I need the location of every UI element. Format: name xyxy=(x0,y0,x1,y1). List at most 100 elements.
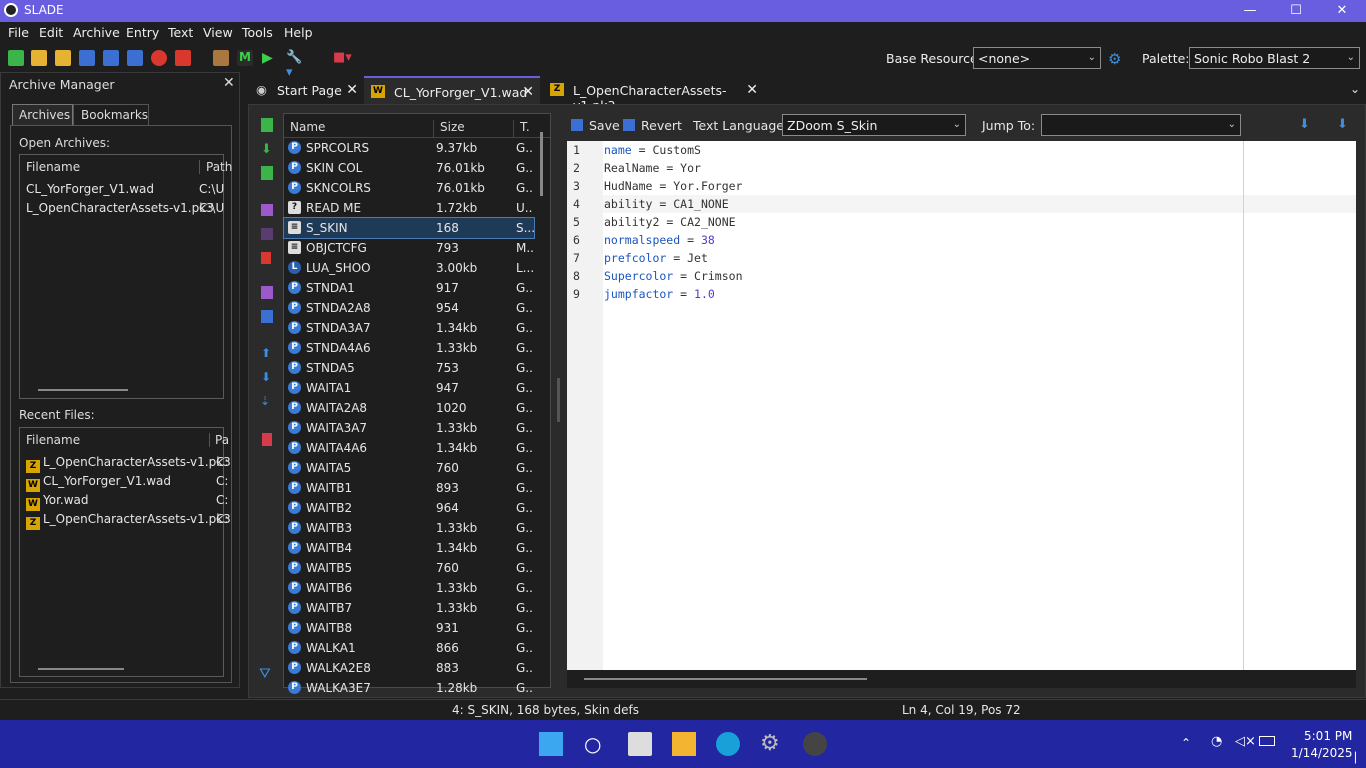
table-row[interactable]: P WAITA2A8 1020 G.. xyxy=(284,398,534,418)
list-item[interactable]: CL_YorForger_V1.wad xyxy=(26,182,154,196)
table-row[interactable]: ? READ ME 1.72kb U.. xyxy=(284,198,534,218)
map-editor-icon[interactable]: M xyxy=(237,50,253,66)
clock-time[interactable]: 5:01 PM xyxy=(1304,729,1352,743)
table-row[interactable]: P WAITB2 964 G.. xyxy=(284,498,534,518)
splitter-handle[interactable] xyxy=(557,378,560,422)
sort-icon[interactable]: ⇣ xyxy=(260,394,270,408)
delete-icon[interactable] xyxy=(261,252,271,264)
horizontal-scrollbar[interactable] xyxy=(38,668,124,670)
table-row[interactable]: ≡ S_SKIN 168 S... xyxy=(283,217,535,239)
table-row[interactable]: P WAITB6 1.33kb G.. xyxy=(284,578,534,598)
start-menu-icon[interactable] xyxy=(539,732,563,756)
vertical-scrollbar[interactable] xyxy=(540,132,543,196)
horizontal-scrollbar[interactable] xyxy=(38,389,128,391)
search-icon[interactable]: ○ xyxy=(584,732,608,756)
recent-files-list[interactable]: Filename Pa Z L_OpenCharacterAssets-v1.pk… xyxy=(19,427,231,677)
table-row[interactable]: P STNDA3A7 1.34kb G.. xyxy=(284,318,534,338)
save-all-icon[interactable] xyxy=(127,50,143,66)
code-line[interactable]: ability2 = CA2_NONE xyxy=(604,215,736,229)
tab-bookmarks[interactable]: Bookmarks xyxy=(73,104,149,126)
tab-list-chevron-icon[interactable]: ⌄ xyxy=(1350,82,1360,96)
bookmark-icon[interactable] xyxy=(262,433,272,446)
column-name[interactable]: Name xyxy=(290,120,325,134)
code-line[interactable]: HudName = Yor.Forger xyxy=(604,179,743,193)
gear-icon[interactable]: ⚙ xyxy=(1108,50,1124,68)
tab-cl-yorforger[interactable]: W CL_YorForger_V1.wad ✕ xyxy=(364,76,540,104)
close-all-icon[interactable] xyxy=(175,50,191,66)
menu-tools[interactable]: Tools xyxy=(242,25,273,40)
table-row[interactable]: P STNDA5 753 G.. xyxy=(284,358,534,378)
save-as-icon[interactable] xyxy=(103,50,119,66)
filter-icon[interactable]: ⛛ xyxy=(259,666,271,682)
table-row[interactable]: P WAITA5 760 G.. xyxy=(284,458,534,478)
list-item[interactable]: Z L_OpenCharacterAssets-v1.pk3 xyxy=(26,455,231,473)
close-archive-icon[interactable] xyxy=(151,50,167,66)
table-row[interactable]: P SKNCOLRS 76.01kb G.. xyxy=(284,178,534,198)
column-path[interactable]: Pa xyxy=(209,433,229,447)
code-line[interactable]: prefcolor = Jet xyxy=(604,251,708,265)
table-row[interactable]: P WALKA2E8 883 G.. xyxy=(284,658,534,678)
wifi-icon[interactable]: ◔ xyxy=(1211,734,1222,749)
close-panel-icon[interactable]: ✕ xyxy=(223,75,235,91)
code-line[interactable]: RealName = Yor xyxy=(604,161,701,175)
open-archives-list[interactable]: Filename Path CL_YorForger_V1.wad C:\U L… xyxy=(19,154,232,399)
code-line[interactable]: jumpfactor = 1.0 xyxy=(604,287,715,301)
chevron-up-icon[interactable]: ⌃ xyxy=(1181,736,1191,750)
table-row[interactable]: L LUA_SHOO 3.00kb L... xyxy=(284,258,534,278)
battery-icon[interactable] xyxy=(1259,736,1275,746)
menu-edit[interactable]: Edit xyxy=(39,25,63,40)
list-item[interactable]: W CL_YorForger_V1.wad xyxy=(26,474,171,492)
clock-date[interactable]: 1/14/2025 xyxy=(1291,746,1353,760)
column-filename[interactable]: Filename xyxy=(26,160,80,174)
list-item[interactable]: W Yor.wad xyxy=(26,493,89,511)
list-item[interactable]: Z L_OpenCharacterAssets-v1.pk3 xyxy=(26,512,231,530)
import-icon[interactable]: ⬇ xyxy=(261,142,272,157)
text-editor[interactable]: 1 name = CustomS 2 RealName = Yor 3 HudName =… xyxy=(567,141,1356,670)
open-directory-icon[interactable] xyxy=(55,50,71,66)
rename-icon[interactable] xyxy=(261,204,273,216)
revert-button[interactable]: Revert xyxy=(641,118,682,133)
horizontal-scrollbar[interactable] xyxy=(584,678,867,680)
menu-view[interactable]: View xyxy=(203,25,233,40)
menu-help[interactable]: Help xyxy=(284,25,313,40)
table-row[interactable]: P WALKA3E7 1.28kb G.. xyxy=(284,678,534,698)
show-desktop-button[interactable]: ▏ xyxy=(1355,753,1363,764)
table-row[interactable]: P SPRCOLRS 9.37kb G.. xyxy=(284,138,534,158)
table-row[interactable]: P STNDA2A8 954 G.. xyxy=(284,298,534,318)
tab-archives[interactable]: Archives xyxy=(12,104,73,126)
tab-start-page[interactable]: ◉ Start Page ✕ xyxy=(250,76,364,104)
slade-taskbar-icon[interactable] xyxy=(803,732,827,756)
table-row[interactable]: P WALKA1 866 G.. xyxy=(284,638,534,658)
table-row[interactable]: P WAITB1 893 G.. xyxy=(284,478,534,498)
new-archive-icon[interactable] xyxy=(8,50,24,66)
export-icon[interactable] xyxy=(261,286,273,299)
table-row[interactable]: P WAITA4A6 1.34kb G.. xyxy=(284,438,534,458)
entry-list[interactable]: Name Size T. P SPRCOLRS 9.37kb G.. P SKIN COL… xyxy=(283,113,551,695)
close-tab-icon[interactable]: ✕ xyxy=(522,84,534,100)
save-icon[interactable] xyxy=(79,50,95,66)
jump-to-select[interactable]: ⌄ xyxy=(1041,114,1241,136)
texture-editor-icon[interactable] xyxy=(213,50,229,66)
close-tab-icon[interactable]: ✕ xyxy=(346,82,358,98)
text-language-select[interactable]: ZDoom S_Skin ⌄ xyxy=(782,114,966,136)
table-row[interactable]: P WAITB7 1.33kb G.. xyxy=(284,598,534,618)
table-row[interactable]: P WAITA1 947 G.. xyxy=(284,378,534,398)
volume-muted-icon[interactable]: ◁× xyxy=(1235,734,1256,749)
base-resource-select[interactable]: <none> ⌄ xyxy=(973,47,1101,69)
table-row[interactable]: ≡ OBJCTCFG 793 M.. xyxy=(284,238,534,258)
table-row[interactable]: P STNDA1 917 G.. xyxy=(284,278,534,298)
menu-archive[interactable]: Archive xyxy=(73,25,120,40)
tab-l-opencharacterassets[interactable]: Z L_OpenCharacterAssets-v1.pk3 ✕ xyxy=(542,76,764,113)
table-row[interactable]: P STNDA4A6 1.33kb G.. xyxy=(284,338,534,358)
move-down-icon[interactable]: ⬇ xyxy=(261,370,271,384)
column-type[interactable]: T. xyxy=(513,120,530,138)
table-row[interactable]: P SKIN COL 76.01kb G.. xyxy=(284,158,534,178)
table-row[interactable]: P WAITB8 931 G.. xyxy=(284,618,534,638)
menu-text[interactable]: Text xyxy=(168,25,193,40)
table-row[interactable]: P WAITB4 1.34kb G.. xyxy=(284,538,534,558)
menu-entry[interactable]: Entry xyxy=(126,25,159,40)
table-row[interactable]: P WAITB5 760 G.. xyxy=(284,558,534,578)
file-explorer-icon[interactable] xyxy=(672,732,696,756)
code-line[interactable]: ability = CA1_NONE xyxy=(604,197,729,211)
menu-file[interactable]: File xyxy=(8,25,29,40)
